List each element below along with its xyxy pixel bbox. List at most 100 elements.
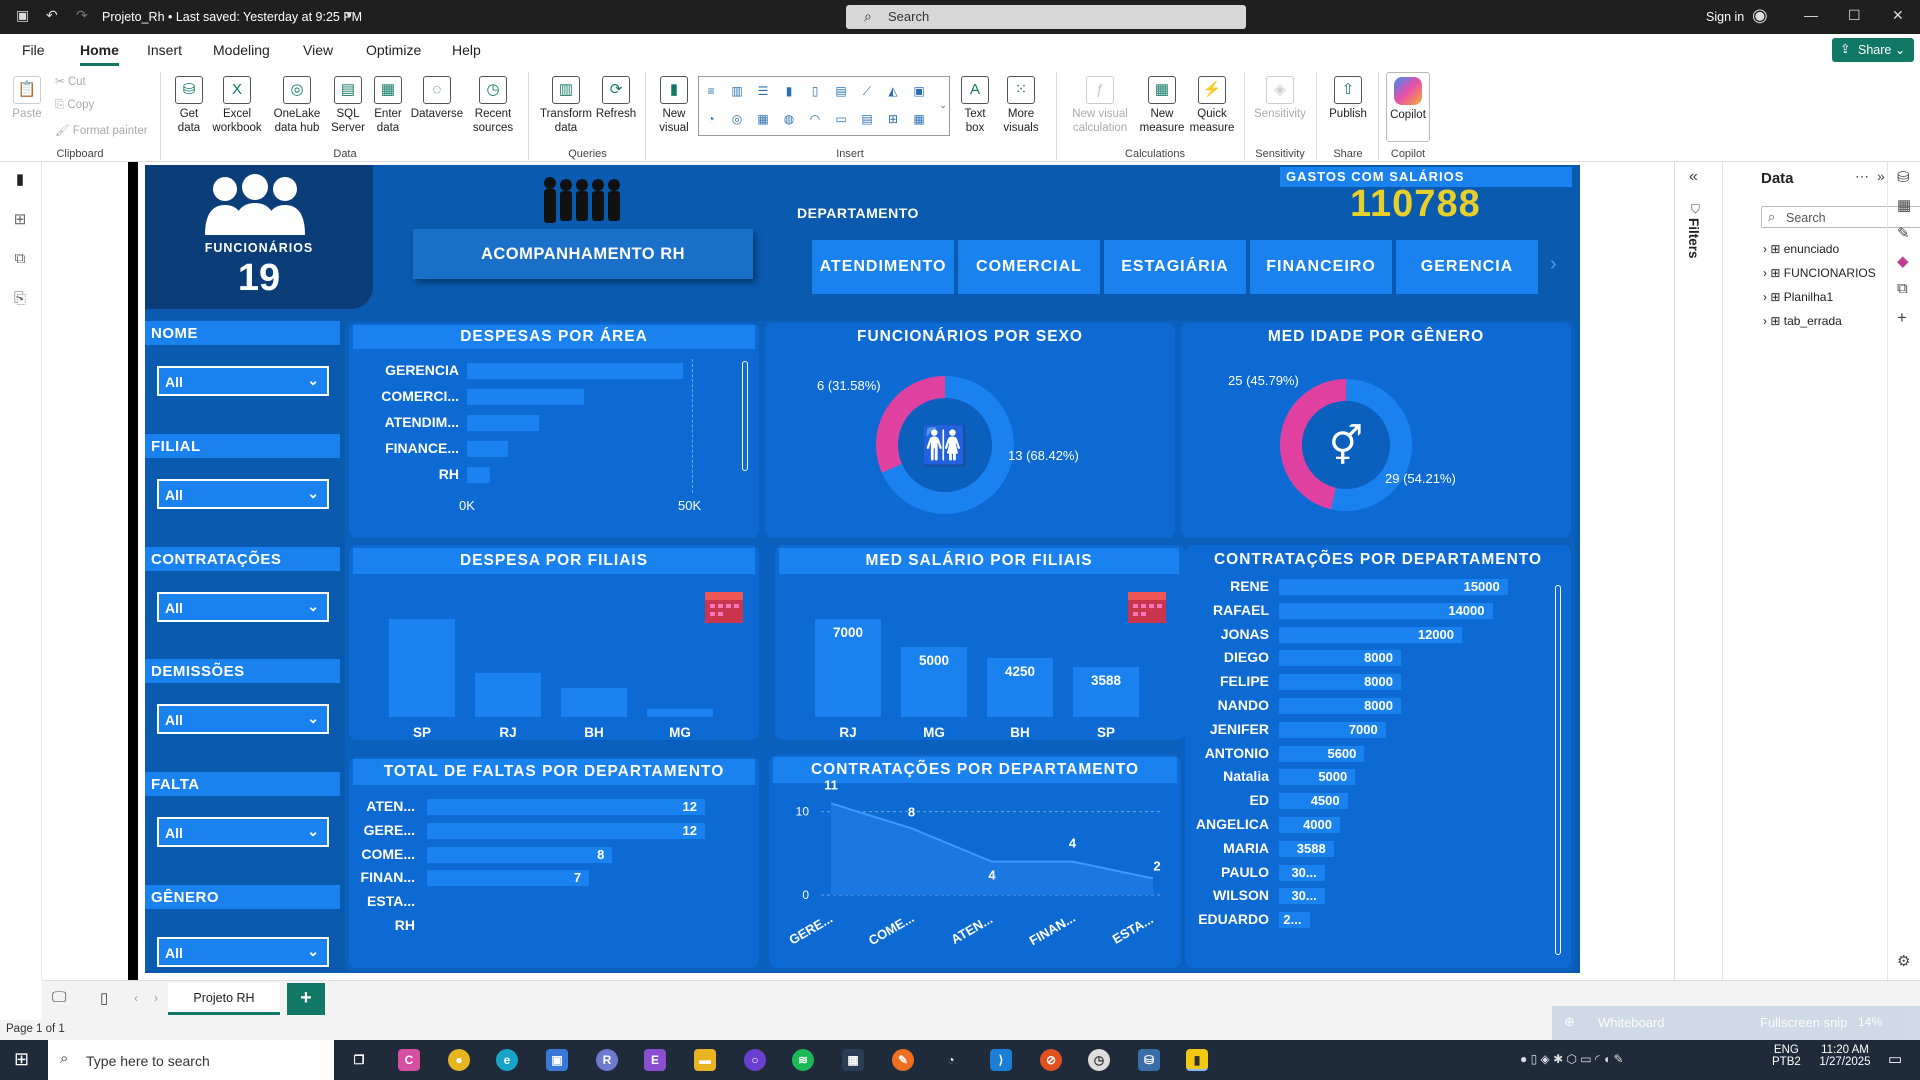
transform-data-button[interactable]: ▥ Transform data — [536, 76, 596, 135]
more-options-icon[interactable]: ⋯ — [1855, 168, 1869, 185]
map-icon[interactable]: ◍ — [781, 111, 797, 127]
undo-icon[interactable]: ↶ — [46, 7, 58, 24]
onelake-button[interactable]: ◎ OneLake data hub — [266, 76, 328, 135]
save-icon[interactable]: ▣ — [16, 7, 29, 24]
maximize-icon[interactable]: ☐ — [1848, 7, 1861, 24]
new-visual-button[interactable]: ▮ New visual — [652, 76, 696, 135]
slicer-dropdown-contratacoes[interactable]: All ⌄ — [157, 592, 329, 622]
app-grid-icon[interactable]: ▦ — [842, 1049, 864, 1071]
windows-start-icon[interactable]: ⊞ — [14, 1049, 29, 1070]
tab-view[interactable]: View — [303, 42, 333, 58]
table-item[interactable]: › ⊞ tab_errada — [1763, 314, 1842, 328]
slicer-dropdown-demissoes[interactable]: All ⌄ — [157, 704, 329, 734]
minimize-icon[interactable]: — — [1804, 7, 1818, 23]
spotify-icon[interactable]: ≋ — [792, 1049, 814, 1071]
more-visuals-button[interactable]: ⁙ More visuals — [996, 76, 1046, 135]
chevron-right-icon[interactable]: › — [1550, 253, 1557, 276]
slicer-dropdown-filial[interactable]: All ⌄ — [157, 479, 329, 509]
prev-page-icon[interactable]: ‹ — [134, 991, 138, 1005]
contrat-dept-line-visual[interactable]: CONTRATAÇÕES POR DEPARTAMENTO 10 0 11 GERE.… — [769, 755, 1181, 968]
edge-icon[interactable]: e — [496, 1049, 518, 1071]
tab-insert[interactable]: Insert — [147, 42, 182, 58]
refresh-button[interactable]: ⟳ Refresh — [594, 76, 638, 121]
table-item[interactable]: › ⊞ Planilha1 — [1763, 290, 1833, 304]
filters-label[interactable]: Filters — [1686, 218, 1701, 259]
eo-app-icon[interactable]: E — [644, 1049, 666, 1071]
card-icon[interactable]: ▭ — [833, 111, 849, 127]
tab-help[interactable]: Help — [452, 42, 481, 58]
med-idade-visual[interactable]: MED IDADE POR GÊNERO ⚥ 25 (45.79%) 29 (54.… — [1181, 323, 1571, 538]
sensitivity-button[interactable]: ◈ Sensitivity — [1252, 76, 1308, 121]
format-painter-button[interactable]: 🖌 Format painter — [55, 123, 148, 137]
data-pane-icon[interactable]: ⛁ — [1897, 168, 1910, 186]
tab-home[interactable]: Home — [80, 42, 119, 66]
scrollbar[interactable] — [742, 361, 748, 471]
kpi-icon[interactable]: ▤ — [859, 111, 875, 127]
clock[interactable]: 11:20 AM 1/27/2025 — [1810, 1044, 1880, 1068]
copilot-pane-icon[interactable]: ◆ — [1897, 252, 1909, 270]
clustered-bar-icon[interactable]: ▥ — [729, 83, 745, 99]
tab-optimize[interactable]: Optimize — [366, 42, 421, 58]
database-app-icon[interactable]: ⛁ — [1138, 1049, 1160, 1071]
store-icon[interactable]: ▣ — [546, 1049, 568, 1071]
ribbon-chart-icon[interactable]: ▣ — [911, 83, 927, 99]
new-measure-button[interactable]: ▦ New measure — [1136, 76, 1188, 135]
file-explorer-icon[interactable]: ▬ — [694, 1049, 716, 1071]
med-salario-visual[interactable]: MED SALÁRIO POR FILIAIS RJ 7000 MG 5000 BH 42… — [775, 545, 1185, 740]
table-item[interactable]: › ⊞ FUNCIONARIOS — [1763, 266, 1876, 280]
contrat-dept-bar-visual[interactable]: CONTRATAÇÕES POR DEPARTAMENTO RENE 15000 R… — [1185, 545, 1571, 968]
filters-pane-collapsed[interactable]: « ⛉ Filters — [1675, 162, 1723, 980]
dept-button-estagiaria[interactable]: ESTAGIÁRIA — [1104, 240, 1246, 294]
faltas-visual[interactable]: TOTAL DE FALTAS POR DEPARTAMENTO ATEN...… — [349, 757, 759, 968]
table-visual-icon[interactable]: ⊞ — [885, 111, 901, 127]
dept-button-gerencia[interactable]: GERENCIA — [1396, 240, 1538, 294]
chevron-right-icon[interactable]: » — [1877, 168, 1885, 184]
get-data-button[interactable]: ⛁ Get data — [168, 76, 210, 135]
next-page-icon[interactable]: › — [154, 991, 158, 1005]
func-sexo-visual[interactable]: FUNCIONÁRIOS POR SEXO 🚻 6 (31.58%) 13 (68.… — [765, 323, 1175, 538]
sql-server-button[interactable]: ▤ SQL Server — [330, 76, 366, 135]
taskbar-search-input[interactable]: ⌕ Type here to search — [48, 1040, 334, 1080]
copy-button[interactable]: ⎘ Copy — [55, 99, 94, 112]
gallery-expand-icon[interactable]: ⌄ — [935, 97, 951, 113]
line-chart-icon[interactable]: ⟋ — [859, 83, 875, 99]
dept-button-financeiro[interactable]: FINANCEIRO — [1250, 240, 1392, 294]
publish-button[interactable]: ⇧ Publish — [1324, 76, 1372, 121]
search-box[interactable]: ⌕ Search — [846, 5, 1246, 29]
share-button[interactable]: ⇪ Share ⌄ — [1832, 38, 1914, 62]
tab-file[interactable]: File — [22, 42, 45, 58]
copilot-button[interactable]: Copilot — [1386, 72, 1430, 142]
power-bi-icon[interactable]: ▮ — [1186, 1049, 1208, 1071]
despesas-area-visual[interactable]: DESPESAS POR ÁREA GERENCIA COMERCI... ATEN… — [349, 323, 759, 538]
quick-measure-button[interactable]: ⚡ Quick measure — [1188, 76, 1236, 135]
chevron-left-icon[interactable]: « — [1689, 168, 1698, 186]
dax-query-icon[interactable]: ⎘ — [10, 290, 30, 310]
slicer-dropdown-falta[interactable]: All ⌄ — [157, 817, 329, 847]
recent-sources-button[interactable]: ◷ Recent sources — [466, 76, 520, 135]
language-indicator[interactable]: ENG PTB2 — [1772, 1044, 1801, 1068]
paste-button[interactable]: 📋 Paste — [10, 76, 44, 121]
area-chart-icon[interactable]: ◭ — [885, 83, 901, 99]
enter-data-button[interactable]: ▦ Enter data — [370, 76, 406, 135]
despesa-filiais-visual[interactable]: DESPESA POR FILIAIS SP RJ BH MG — [349, 545, 759, 740]
close-icon[interactable]: ✕ — [1892, 7, 1904, 24]
slicer-dropdown-genero[interactable]: All ⌄ — [157, 937, 329, 967]
redo-icon[interactable]: ↷ — [76, 7, 88, 24]
dept-button-atendimento[interactable]: ATENDIMENTO — [812, 240, 954, 294]
column-icon[interactable]: ▮ — [781, 83, 797, 99]
speedometer-icon[interactable]: ◔ — [940, 1049, 962, 1071]
treemap-icon[interactable]: ▦ — [755, 111, 771, 127]
scrollbar[interactable] — [1555, 585, 1561, 955]
model-view-icon[interactable]: ⧉ — [10, 250, 30, 270]
bar-icon[interactable]: ☰ — [755, 83, 771, 99]
excel-button[interactable]: X Excel workbook — [210, 76, 264, 135]
add-page-button[interactable]: + — [287, 983, 325, 1015]
clock-app-icon[interactable]: ◷ — [1088, 1049, 1110, 1071]
bookmarks-icon[interactable]: ⧉ — [1897, 280, 1908, 297]
donut-chart-icon[interactable]: ◎ — [729, 111, 745, 127]
stacked-bar-icon[interactable]: ≡ — [703, 83, 719, 99]
sign-in-link[interactable]: Sign in — [1706, 10, 1744, 24]
notifications-icon[interactable]: ▭ — [1888, 1050, 1902, 1068]
document-title[interactable]: Projeto_Rh • Last saved: Yesterday at 9:… — [102, 10, 362, 24]
combo-chart-icon[interactable]: ▤ — [833, 83, 849, 99]
